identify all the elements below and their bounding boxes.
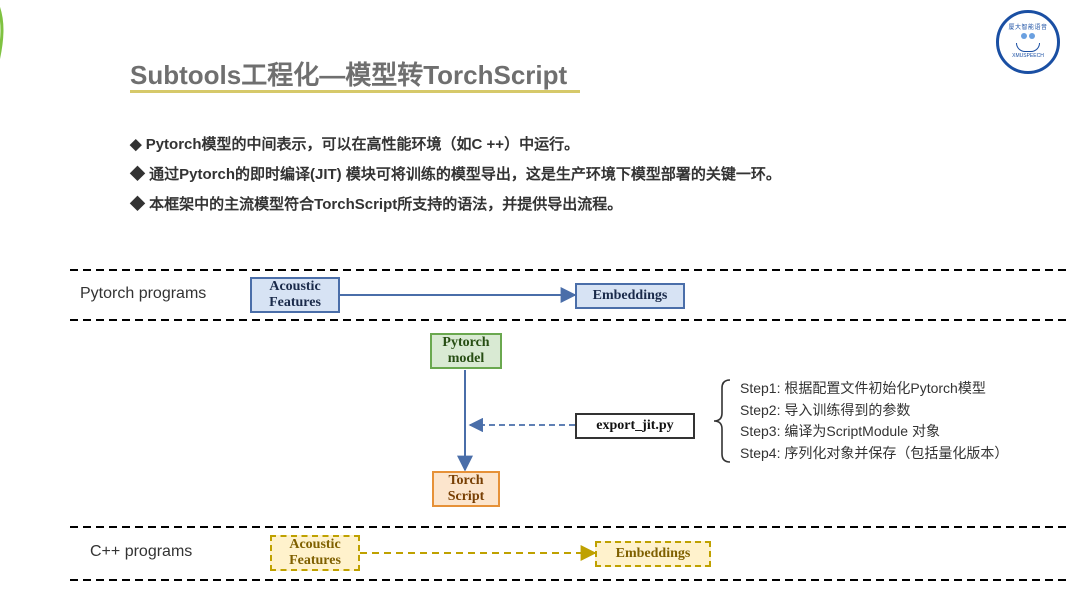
box-pt-embeddings: Embeddings bbox=[575, 283, 685, 309]
box-export-jit: export_jit.py bbox=[575, 413, 695, 439]
step-3: Step3: 编译为ScriptModule 对象 bbox=[740, 421, 1008, 443]
steps-list: Step1: 根据配置文件初始化Pytorch模型 Step2: 导入训练得到的… bbox=[740, 378, 1008, 465]
box-cpp-acoustic-features: Acoustic Features bbox=[270, 535, 360, 571]
box-cpp-embeddings: Embeddings bbox=[595, 541, 711, 567]
row-label-pytorch: Pytorch programs bbox=[80, 285, 206, 303]
corner-swoosh bbox=[0, 0, 140, 200]
flow-diagram: Pytorch programs C++ programs Acoustic F… bbox=[70, 265, 1070, 605]
step-1: Step1: 根据配置文件初始化Pytorch模型 bbox=[740, 378, 1008, 400]
step-4: Step4: 序列化对象并保存（包括量化版本） bbox=[740, 443, 1008, 465]
bullet-3: 本框架中的主流模型符合TorchScript所支持的语法，并提供导出流程。 bbox=[130, 190, 781, 220]
box-torchscript: Torch Script bbox=[432, 471, 500, 507]
box-pt-acoustic-features: Acoustic Features bbox=[250, 277, 340, 313]
bullet-1: Pytorch模型的中间表示，可以在高性能环境（如C ++）中运行。 bbox=[130, 130, 781, 160]
box-pytorch-model: Pytorch model bbox=[430, 333, 502, 369]
lab-logo: 厦大智能语音 XMUSPEECH bbox=[996, 10, 1060, 74]
title-underline bbox=[130, 90, 580, 93]
bullet-2: 通过Pytorch的即时编译(JIT) 模块可将训练的模型导出，这是生产环境下模… bbox=[130, 160, 781, 190]
step-2: Step2: 导入训练得到的参数 bbox=[740, 400, 1008, 422]
slide-title: Subtools工程化—模型转TorchScript bbox=[130, 55, 567, 92]
row-label-cpp: C++ programs bbox=[90, 543, 192, 561]
bullet-list: Pytorch模型的中间表示，可以在高性能环境（如C ++）中运行。 通过Pyt… bbox=[130, 130, 781, 220]
